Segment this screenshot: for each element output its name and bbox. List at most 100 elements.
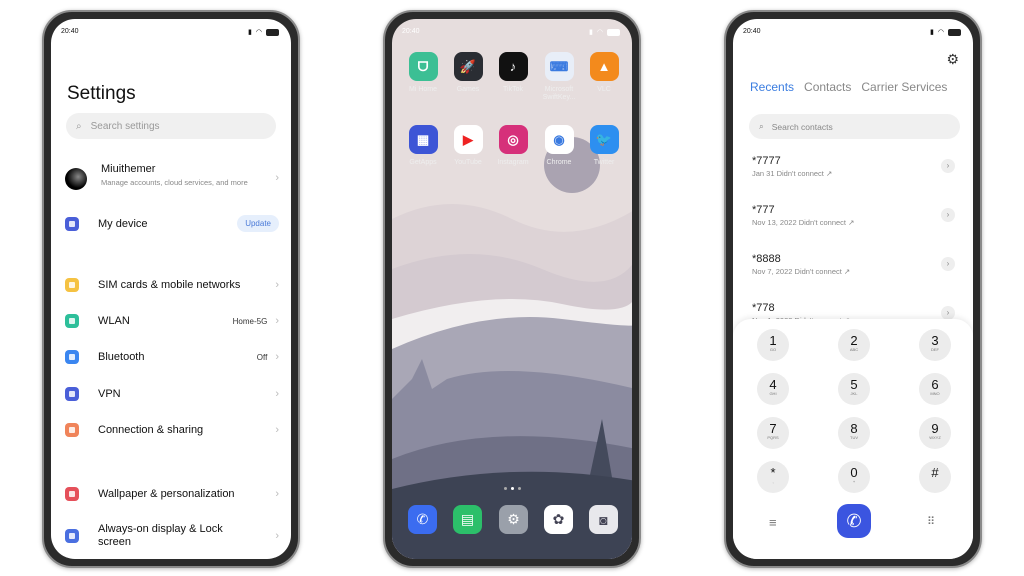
dock-camera-icon[interactable]: ◙	[589, 505, 618, 534]
dialer-screen: 20:40 ▮ ◠ ⚙ Recents Contacts Carrier Servi…	[733, 19, 973, 559]
tab-carrier-services[interactable]: Carrier Services	[861, 80, 947, 94]
app-label: Microsoft SwiftKey...	[542, 86, 576, 101]
tab-recents[interactable]: Recents	[750, 80, 794, 94]
item-label: Connection & sharing	[98, 424, 204, 436]
chevron-right-icon[interactable]: ›	[941, 208, 955, 222]
phone-settings: 20:40 ▮ ◠ Settings ⌕ Search settings Miuith…	[42, 10, 300, 568]
app-youtube[interactable]: ▶ YouTube	[446, 125, 490, 167]
wifi-icon: ◠	[937, 29, 944, 36]
dial-key[interactable]: 6 MNO	[919, 373, 951, 405]
item-label: Wallpaper & personalization	[98, 488, 235, 500]
dock-settings-icon[interactable]: ⚙	[499, 505, 528, 534]
battery-icon	[607, 28, 620, 36]
dial-key[interactable]: 4 GHI	[757, 373, 789, 405]
status-bar: 20:40 ▮ ◠	[402, 28, 620, 36]
call-number: *8888	[752, 253, 781, 265]
dial-key[interactable]: 0 +	[838, 461, 870, 493]
my-device-row[interactable]: My device Update	[65, 215, 279, 232]
dial-key[interactable]: *,	[757, 461, 789, 493]
item-value: Home-5G	[232, 316, 268, 326]
key-letters: WXYZ	[929, 435, 941, 440]
settings-item-wallpaper-personalization[interactable]: Wallpaper & personalization ›	[65, 487, 279, 501]
settings-item-connection-sharing[interactable]: Connection & sharing ›	[65, 423, 279, 437]
key-digit: *	[770, 465, 776, 480]
dial-key[interactable]: 1 GO	[757, 329, 789, 361]
recent-call-row[interactable]: *777 Nov 13, 2022 Didn't connect ↗ ›	[752, 204, 955, 227]
settings-item-vpn[interactable]: VPN ›	[65, 387, 279, 401]
dial-key[interactable]: 7 PQRS	[757, 417, 789, 449]
app-label: Games	[456, 86, 480, 93]
key-digit: 3	[931, 333, 939, 348]
bluetooth-icon	[65, 350, 79, 364]
app-label: Instagram	[497, 159, 529, 166]
instagram-icon: ◎	[498, 125, 528, 154]
home-screen: 20:40 ▮ ◠ ᗜ Mi Home 🚀 Games ♪ TikTok ⌨ Microsoft …	[392, 19, 632, 559]
page-indicator	[504, 487, 521, 490]
chevron-right-icon[interactable]: ›	[941, 306, 955, 320]
dock-photos-icon[interactable]: ✿	[544, 505, 573, 534]
avatar	[65, 168, 87, 190]
chevron-right-icon: ›	[275, 424, 279, 436]
dial-key[interactable]: #	[919, 461, 951, 493]
key-letters: JKL	[850, 391, 858, 396]
always-on-display-lock-screen-icon	[65, 529, 79, 543]
app-instagram[interactable]: ◎ Instagram	[491, 125, 535, 167]
app-games[interactable]: 🚀 Games	[446, 52, 490, 94]
dial-key[interactable]: 2 ABC	[838, 329, 870, 361]
chrome-icon: ◉	[544, 125, 574, 154]
wallpaper-personalization-icon	[65, 487, 79, 501]
menu-icon[interactable]: ≡	[769, 515, 777, 530]
vpn-icon	[65, 387, 79, 401]
dial-key[interactable]: 8 TUV	[838, 417, 870, 449]
signal-icon: ▮	[930, 29, 934, 36]
dialpad-toggle-icon[interactable]: ⠿	[927, 515, 935, 528]
app-chrome[interactable]: ◉ Chrome	[537, 125, 581, 167]
update-badge[interactable]: Update	[237, 215, 279, 232]
settings-item-always-on-display-lock-screen[interactable]: Always-on display & Lock screen ›	[65, 523, 279, 549]
key-letters: ,	[772, 479, 774, 484]
app-mi[interactable]: ᗜ Mi Home	[401, 52, 445, 94]
dialpad: 1 GO 2 ABC 3 DEF 4 GHI 5 JKL 6 MNO 7 PQRS 8 TUV 9 WXYZ *, 0…	[733, 319, 973, 559]
phone-icon: ✆	[416, 511, 429, 527]
dial-key[interactable]: 9 WXYZ	[919, 417, 951, 449]
account-name: Miuithemer	[101, 163, 156, 175]
device-icon	[65, 216, 79, 231]
search-icon: ⌕	[76, 120, 82, 132]
my-device-label: My device	[98, 217, 148, 230]
dock-phone-icon[interactable]: ✆	[408, 505, 437, 534]
gear-icon[interactable]: ⚙	[946, 51, 959, 68]
key-letters: DEF	[931, 347, 939, 352]
app-tiktok[interactable]: ♪ TikTok	[491, 52, 535, 94]
settings-icon: ⚙	[507, 511, 520, 527]
recent-call-row[interactable]: *8888 Nov 7, 2022 Didn't connect ↗ ›	[752, 253, 955, 276]
item-label: SIM cards & mobile networks	[98, 279, 241, 291]
chevron-right-icon[interactable]: ›	[941, 257, 955, 271]
app-microsoft[interactable]: ⌨ Microsoft SwiftKey...	[537, 52, 581, 102]
dial-key[interactable]: 5 JKL	[838, 373, 870, 405]
dock-messages-icon[interactable]: ▤	[453, 505, 482, 534]
settings-item-wlan[interactable]: WLAN Home-5G ›	[65, 314, 279, 328]
messages-icon: ▤	[460, 511, 475, 527]
search-input[interactable]: ⌕ Search settings	[66, 113, 276, 139]
status-time: 20:40	[61, 28, 79, 35]
key-letters: GHI	[769, 391, 777, 396]
app-vlc[interactable]: ▲ VLC	[582, 52, 626, 94]
app-getapps[interactable]: ▦ GetApps	[401, 125, 445, 167]
chevron-right-icon: ›	[275, 351, 279, 363]
app-twitter[interactable]: 🐦 Twitter	[582, 125, 626, 167]
search-contacts-input[interactable]: ⌕ Search contacts	[749, 114, 960, 139]
chevron-right-icon[interactable]: ›	[941, 159, 955, 173]
settings-item-bluetooth[interactable]: Bluetooth Off ›	[65, 350, 279, 364]
page-title: Settings	[67, 83, 136, 104]
settings-screen: 20:40 ▮ ◠ Settings ⌕ Search settings Miuith…	[51, 19, 291, 559]
phone-icon: ✆	[846, 511, 862, 531]
tab-contacts[interactable]: Contacts	[804, 80, 851, 94]
item-label: VPN	[98, 388, 121, 400]
connection-sharing-icon	[65, 423, 79, 437]
settings-item-sim-cards-mobile-networks[interactable]: SIM cards & mobile networks ›	[65, 278, 279, 292]
account-row[interactable]: Miuithemer Manage accounts, cloud service…	[65, 163, 279, 190]
call-button[interactable]: ✆	[837, 504, 871, 538]
app-label: GetApps	[409, 159, 437, 166]
recent-call-row[interactable]: *7777 Jan 31 Didn't connect ↗ ›	[752, 155, 955, 178]
dial-key[interactable]: 3 DEF	[919, 329, 951, 361]
